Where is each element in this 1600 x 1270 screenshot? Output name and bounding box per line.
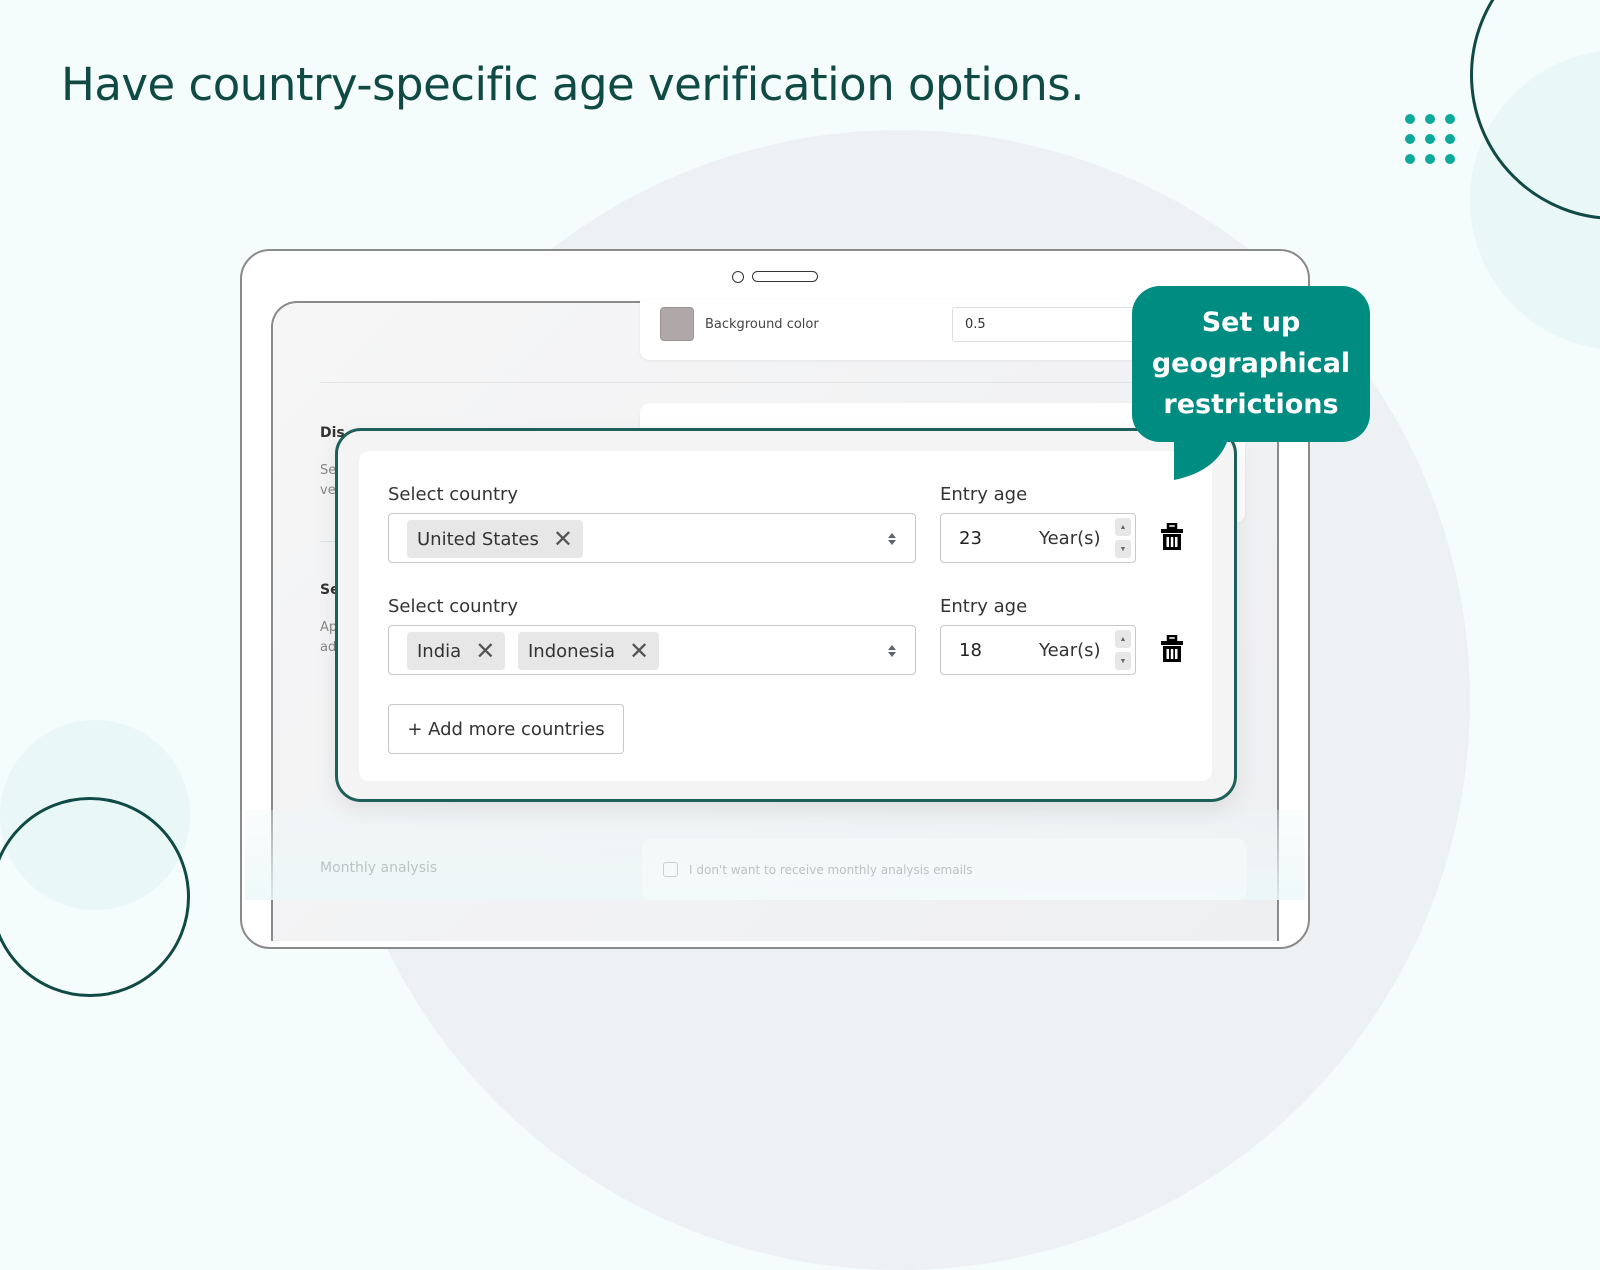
remove-chip-icon[interactable]: ✕ [475,639,495,663]
callout-line: Set up [1201,306,1301,338]
section-divider [320,382,1250,383]
entry-age-input-2[interactable]: 18 Year(s) ▲ ▼ [940,625,1136,675]
entry-age-label-2: Entry age [940,596,1028,617]
decorative-ring-left [0,797,190,997]
increment-icon[interactable]: ▲ [1115,518,1131,536]
callout-bubble: Set up geographical restrictions [1132,286,1370,442]
country-chip-label: India [417,640,462,662]
country-chip-label: Indonesia [528,640,616,662]
callout-line: geographical [1151,347,1351,379]
monthly-analysis-checkbox[interactable] [663,862,678,877]
callout-line: restrictions [1163,388,1339,420]
select-country-label-2: Select country [388,596,519,617]
entry-age-label-1: Entry age [940,484,1028,505]
entry-age-value: 23 [959,528,982,549]
trash-icon[interactable] [1160,635,1184,663]
trash-icon[interactable] [1160,523,1184,551]
remove-chip-icon[interactable]: ✕ [629,639,649,663]
entry-age-unit: Year(s) [1039,640,1101,661]
country-chip-united-states: United States ✕ [407,520,583,558]
country-select-2[interactable]: India ✕ Indonesia ✕ [388,625,916,675]
add-more-countries-button[interactable]: + Add more countries [388,704,624,754]
entry-age-unit: Year(s) [1039,528,1101,549]
decorative-dot-grid [1405,114,1455,164]
tablet-speaker [752,271,818,282]
entry-age-value: 18 [959,640,982,661]
select-sort-icon [888,533,896,545]
select-country-label-1: Select country [388,484,519,505]
page-headline: Have country-specific age verification o… [61,58,1085,111]
opacity-input[interactable]: 0.5 [952,307,1152,342]
background-color-swatch[interactable] [660,307,694,341]
country-chip-label: United States [417,528,539,550]
monthly-analysis-label: Monthly analysis [320,860,438,876]
decrement-icon[interactable]: ▼ [1115,540,1131,558]
increment-icon[interactable]: ▲ [1115,630,1131,648]
decrement-icon[interactable]: ▼ [1115,652,1131,670]
select-sort-icon [888,645,896,657]
monthly-analysis-checkbox-label: I don't want to receive monthly analysis… [689,863,973,877]
country-chip-indonesia: Indonesia ✕ [518,632,660,670]
remove-chip-icon[interactable]: ✕ [553,527,573,551]
background-color-label: Background color [705,317,819,332]
country-chip-india: India ✕ [407,632,506,670]
entry-age-input-1[interactable]: 23 Year(s) ▲ ▼ [940,513,1136,563]
tablet-camera [732,271,744,283]
country-select-1[interactable]: United States ✕ [388,513,916,563]
